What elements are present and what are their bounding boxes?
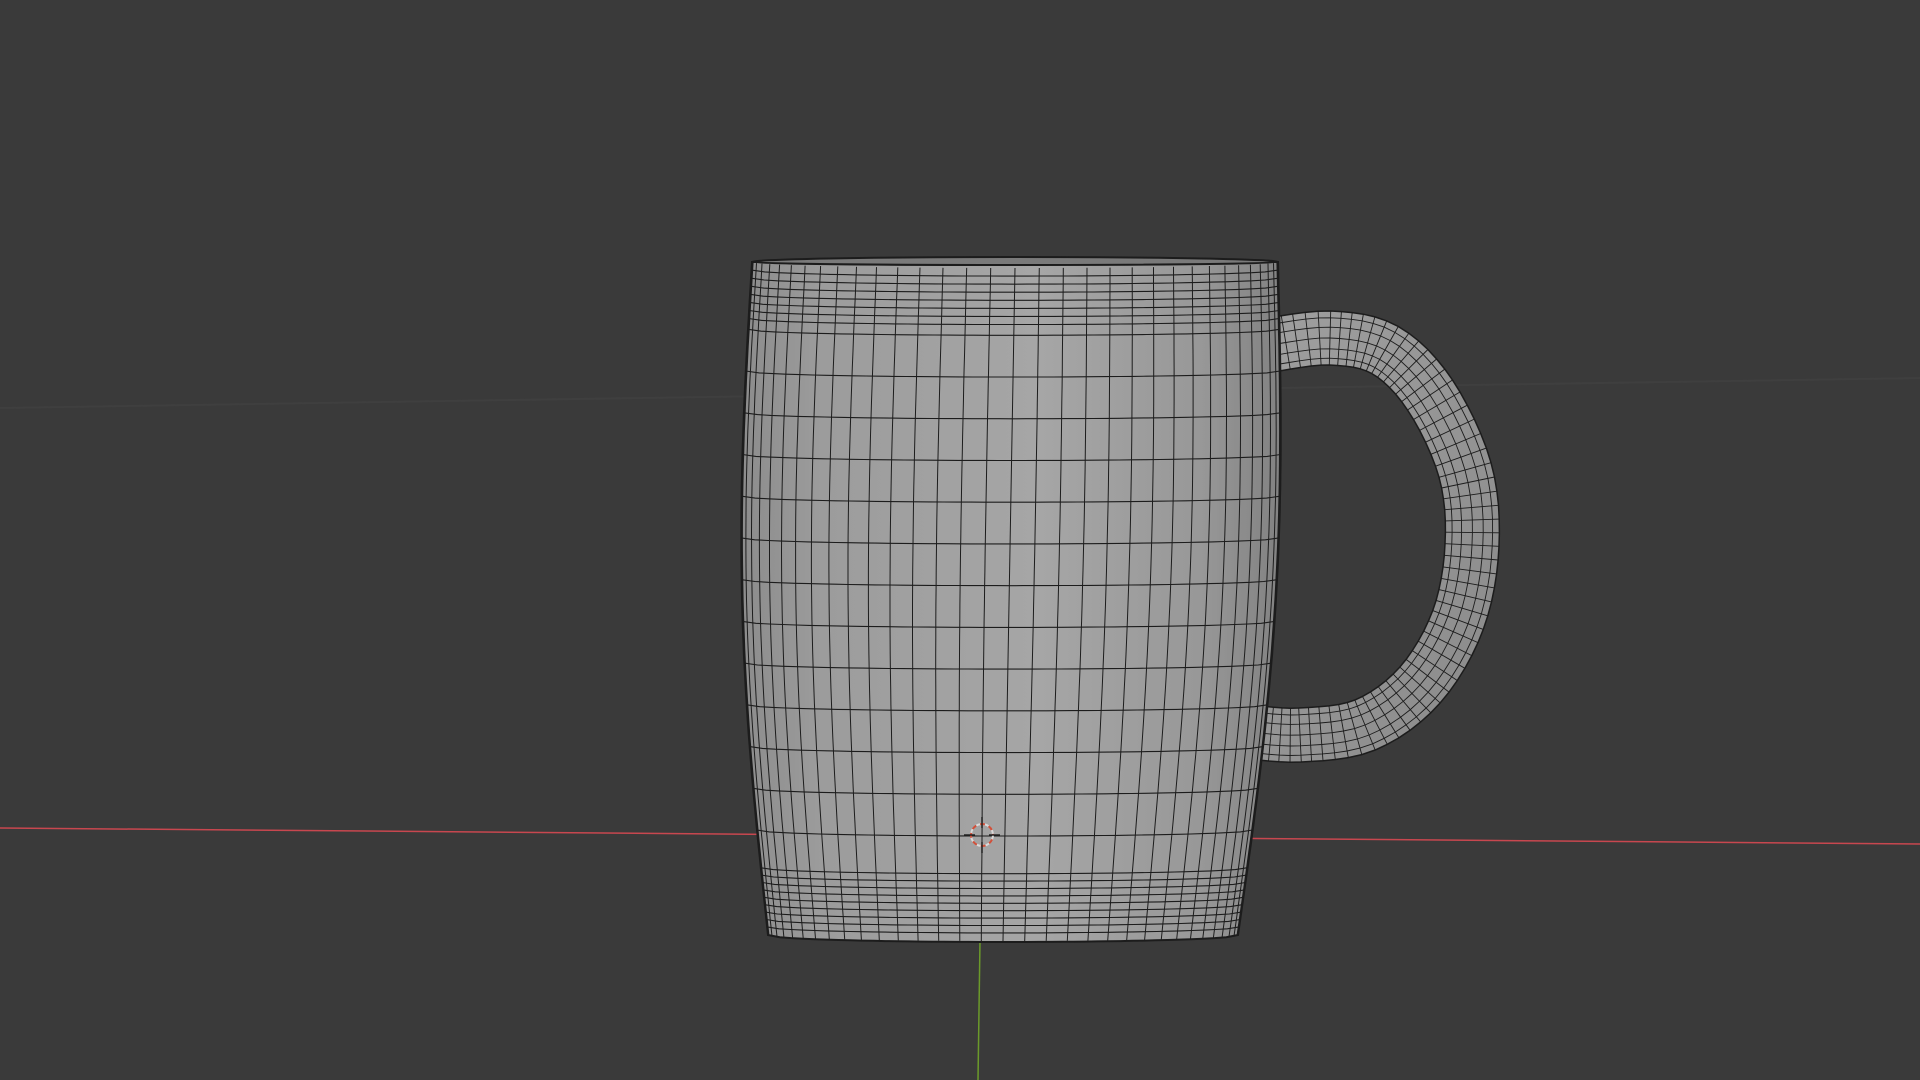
3d-viewport[interactable] xyxy=(0,0,1920,1080)
mug-handle[interactable] xyxy=(1246,310,1501,763)
viewport-canvas[interactable] xyxy=(0,0,1920,1080)
mug-body[interactable] xyxy=(740,256,1282,943)
y-axis-line xyxy=(977,939,981,1080)
